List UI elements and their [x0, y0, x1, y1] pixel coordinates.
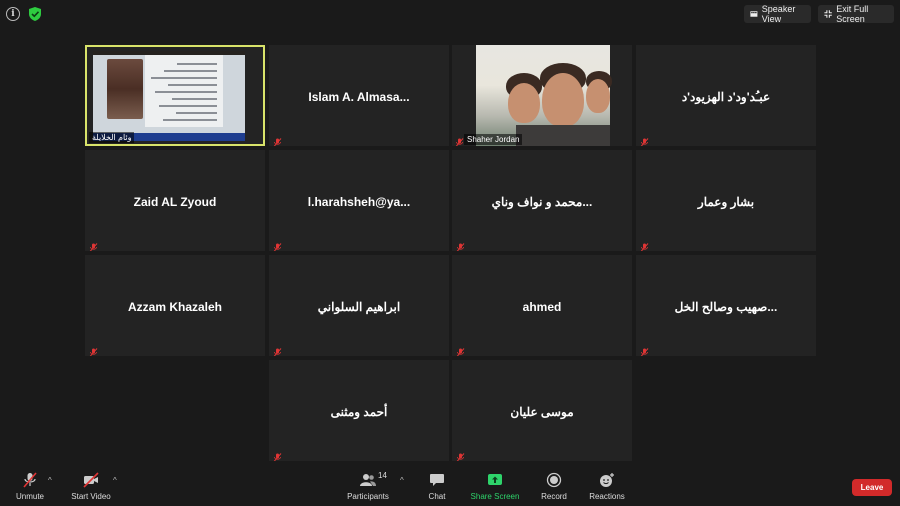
muted-microphone-icon	[273, 344, 282, 356]
video-off-icon	[83, 472, 99, 488]
participant-name: أحمد ومثنى	[330, 405, 388, 419]
record-button[interactable]: Record	[538, 472, 570, 501]
participant-video	[476, 45, 612, 146]
unmute-label: Unmute	[15, 492, 44, 501]
unmute-button[interactable]: Unmute	[12, 472, 48, 501]
participant-tile[interactable]: محمد و نواف وناي...	[452, 150, 632, 251]
zoom-meeting-window: i Speaker View Exit Full Screen وئام الخ…	[0, 0, 900, 506]
info-icon[interactable]: i	[6, 7, 20, 21]
participant-video	[93, 51, 245, 141]
participant-tile[interactable]: موسى عليان	[452, 360, 632, 461]
participant-name: عبـُد'ود'د الهزيود'د	[681, 90, 771, 104]
participant-tile[interactable]: ابراهيم السلواني	[269, 255, 449, 356]
muted-microphone-icon	[89, 239, 98, 251]
participant-tile[interactable]: Islam A. Almasa...	[269, 45, 449, 146]
share-screen-label: Share Screen	[470, 492, 520, 501]
audio-options-caret[interactable]: ^	[48, 476, 52, 485]
chat-label: Chat	[428, 492, 446, 501]
participant-name-caption: وئام الخلايلة	[89, 132, 135, 143]
muted-microphone-icon	[273, 239, 282, 251]
participant-tile[interactable]: وئام الخلايلة	[85, 45, 265, 146]
participant-tile[interactable]: Zaid AL Zyoud	[85, 150, 265, 251]
muted-microphone-icon	[273, 134, 282, 146]
reactions-button[interactable]: Reactions	[588, 472, 626, 501]
shield-icon[interactable]	[28, 6, 42, 22]
video-options-caret[interactable]: ^	[113, 476, 117, 485]
participant-name: محمد و نواف وناي...	[491, 195, 593, 209]
participants-icon	[360, 474, 376, 486]
record-label: Record	[541, 492, 567, 501]
participant-tile[interactable]: ahmed	[452, 255, 632, 356]
share-screen-icon	[488, 474, 502, 485]
participant-name: صهيب وصالح الخل...	[674, 300, 778, 314]
reactions-icon	[600, 473, 614, 487]
chat-button[interactable]: Chat	[424, 472, 450, 501]
participants-label: Participants	[347, 492, 389, 501]
muted-microphone-icon	[640, 134, 649, 146]
chat-icon	[430, 474, 444, 486]
top-bar: i Speaker View Exit Full Screen	[0, 0, 900, 28]
muted-microphone-icon	[456, 449, 465, 461]
leave-button[interactable]: Leave	[852, 479, 892, 496]
participant-tile[interactable]: صهيب وصالح الخل...	[636, 255, 816, 356]
participant-name: Zaid AL Zyoud	[133, 195, 217, 209]
participant-tile[interactable]: Azzam Khazaleh	[85, 255, 265, 356]
participants-options-caret[interactable]: ^	[400, 476, 404, 485]
muted-microphone-icon	[640, 344, 649, 356]
participant-name: l.harahsheh@ya...	[307, 195, 411, 209]
participant-tile[interactable]: أحمد ومثنى	[269, 360, 449, 461]
muted-microphone-icon	[456, 239, 465, 251]
start-video-button[interactable]: Start Video	[70, 472, 112, 501]
participant-name: Islam A. Almasa...	[308, 90, 410, 104]
share-screen-button[interactable]: Share Screen	[470, 472, 520, 501]
meeting-toolbar: Unmute ^ Start Video ^ Participants 14 ^	[0, 466, 900, 506]
participant-tile[interactable]: بشار وعمار	[636, 150, 816, 251]
exit-full-screen-button[interactable]: Exit Full Screen	[818, 4, 894, 24]
muted-microphone-icon	[273, 449, 282, 461]
muted-microphone-icon	[640, 239, 649, 251]
participant-tile[interactable]: Shaher Jordan	[452, 45, 632, 146]
participant-tile[interactable]: l.harahsheh@ya...	[269, 150, 449, 251]
speaker-view-label: Speaker View	[761, 4, 796, 24]
participant-name: ابراهيم السلواني	[317, 300, 401, 314]
participant-name: ahmed	[522, 300, 562, 314]
record-icon	[546, 472, 562, 488]
participant-tile[interactable]: عبـُد'ود'د الهزيود'د	[636, 45, 816, 146]
exit-full-screen-icon	[824, 10, 832, 18]
participant-name: موسى عليان	[510, 405, 574, 419]
muted-microphone-icon	[89, 344, 98, 356]
participant-name: بشار وعمار	[697, 195, 755, 209]
muted-microphone-icon	[23, 472, 37, 488]
participant-name-caption: Shaher Jordan	[464, 134, 523, 145]
reactions-label: Reactions	[589, 492, 625, 501]
start-video-label: Start Video	[71, 492, 111, 501]
speaker-view-icon	[750, 11, 758, 17]
participants-count-badge: 14	[378, 471, 387, 480]
participant-name: Azzam Khazaleh	[127, 300, 223, 314]
speaker-view-button[interactable]: Speaker View	[744, 4, 811, 24]
exit-full-screen-label: Exit Full Screen	[836, 4, 869, 24]
muted-microphone-icon	[455, 134, 464, 146]
muted-microphone-icon	[456, 344, 465, 356]
